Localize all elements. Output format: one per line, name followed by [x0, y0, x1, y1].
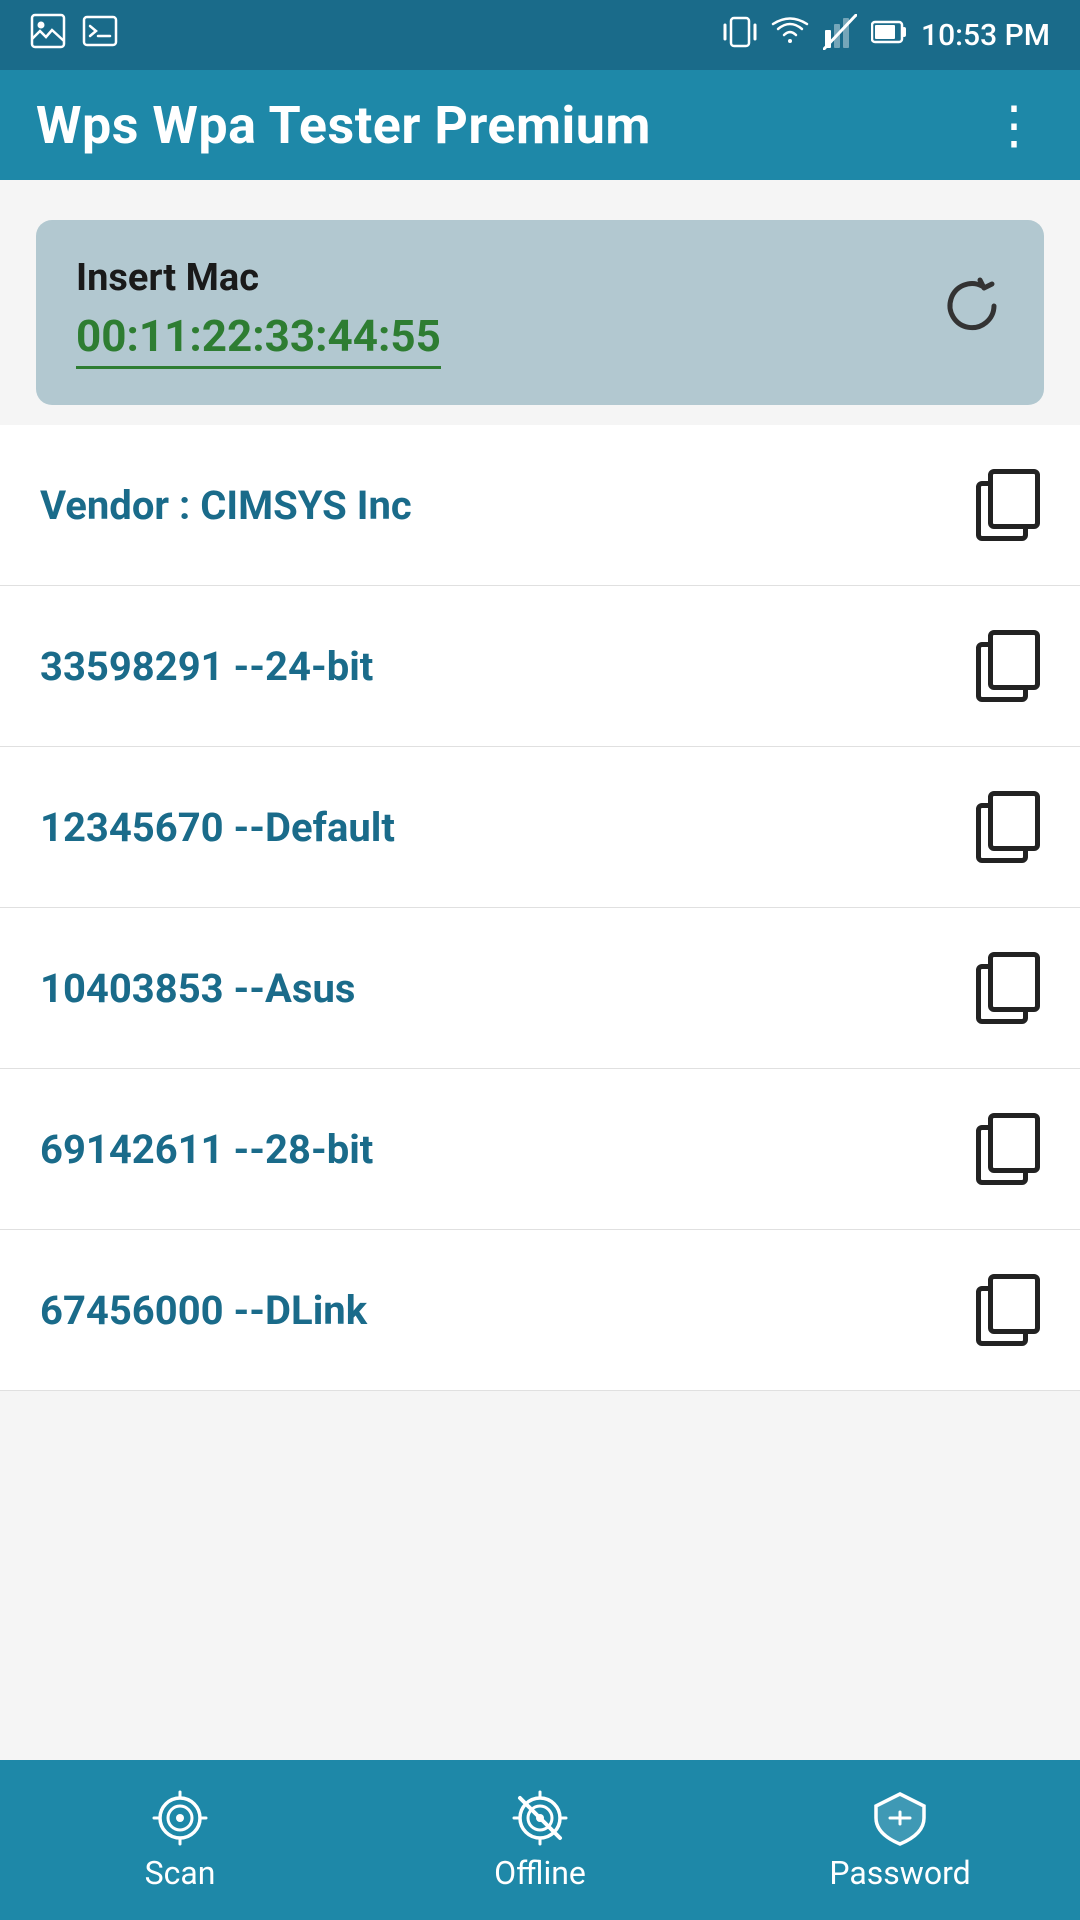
copy-icon-front — [988, 791, 1040, 851]
nav-label-offline: Offline — [494, 1854, 586, 1892]
menu-button[interactable]: ⋮ — [988, 95, 1044, 156]
nav-label-password: Password — [829, 1854, 970, 1892]
list-item: 69142611 --28-bit — [0, 1069, 1080, 1230]
list-item-text: 33598291 --24-bit — [40, 643, 373, 690]
copy-button[interactable] — [976, 1113, 1040, 1185]
nav-label-scan: Scan — [145, 1854, 216, 1892]
list-item-text: 67456000 --DLink — [40, 1287, 367, 1334]
copy-icon-front — [988, 630, 1040, 690]
nav-item-offline[interactable]: Offline — [360, 1788, 720, 1892]
battery-icon — [871, 18, 907, 53]
copy-icon-front — [988, 952, 1040, 1012]
pin-list: Vendor : CIMSYS Inc 33598291 --24-bit 12… — [0, 425, 1080, 1391]
status-bar-right-icons: 10:53 PM — [723, 12, 1050, 59]
status-bar: 10:53 PM — [0, 0, 1080, 70]
app-bar: Wps Wpa Tester Premium ⋮ — [0, 70, 1080, 180]
vibrate-icon — [723, 12, 757, 59]
mac-input-area[interactable]: Insert Mac 00:11:22:33:44:55 — [76, 256, 940, 369]
wifi-icon — [771, 17, 809, 54]
list-item: 67456000 --DLink — [0, 1230, 1080, 1391]
list-item-text: Vendor : CIMSYS Inc — [40, 482, 412, 529]
list-item: Vendor : CIMSYS Inc — [0, 425, 1080, 586]
scan-icon — [150, 1788, 210, 1848]
list-item: 33598291 --24-bit — [0, 586, 1080, 747]
copy-button[interactable] — [976, 630, 1040, 702]
copy-icon-front — [988, 1274, 1040, 1334]
list-item-text: 69142611 --28-bit — [40, 1126, 373, 1173]
app-title: Wps Wpa Tester Premium — [36, 95, 651, 156]
copy-icon-front — [988, 1113, 1040, 1173]
bottom-nav: Scan Offline Password — [0, 1760, 1080, 1920]
nav-item-password[interactable]: Password — [720, 1788, 1080, 1892]
copy-icon-front — [988, 469, 1040, 529]
mac-label: Insert Mac — [76, 256, 940, 300]
list-item: 10403853 --Asus — [0, 908, 1080, 1069]
terminal-icon — [82, 13, 118, 57]
nav-item-scan[interactable]: Scan — [0, 1788, 360, 1892]
status-bar-left-icons — [30, 13, 118, 57]
gallery-icon — [30, 13, 66, 57]
copy-button[interactable] — [976, 791, 1040, 863]
copy-button[interactable] — [976, 952, 1040, 1024]
signal-blocked-icon — [823, 14, 857, 57]
main-content: Insert Mac 00:11:22:33:44:55 Vendor : CI… — [0, 180, 1080, 1760]
list-item-text: 10403853 --Asus — [40, 965, 355, 1012]
mac-value: 00:11:22:33:44:55 — [76, 310, 441, 369]
refresh-button[interactable] — [940, 274, 1004, 352]
mac-input-card: Insert Mac 00:11:22:33:44:55 — [36, 220, 1044, 405]
copy-button[interactable] — [976, 1274, 1040, 1346]
offline-icon — [510, 1788, 570, 1848]
list-item-text: 12345670 --Default — [40, 804, 395, 851]
password-icon — [870, 1788, 930, 1848]
time-display: 10:53 PM — [921, 18, 1050, 53]
copy-button[interactable] — [976, 469, 1040, 541]
list-item: 12345670 --Default — [0, 747, 1080, 908]
